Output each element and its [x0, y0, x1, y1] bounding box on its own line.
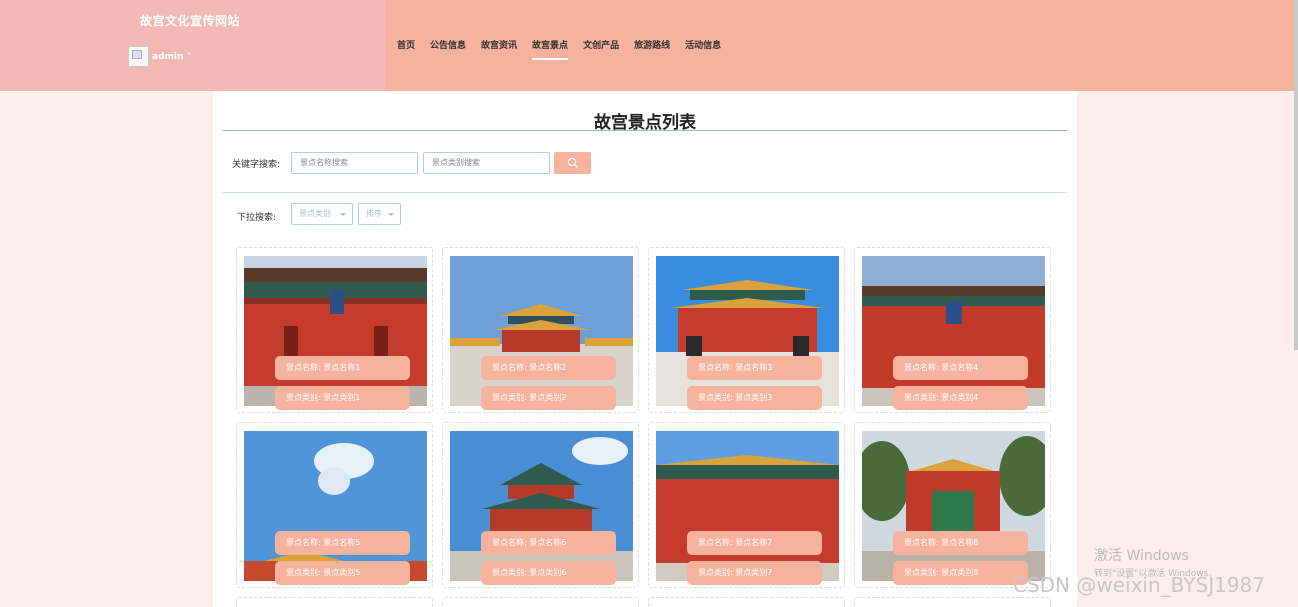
attraction-card[interactable]: 景点名称: 景点名称5 景点类别: 景点类别5	[236, 422, 433, 588]
attraction-name-tag: 景点名称: 景点名称3	[687, 356, 822, 380]
nav-item-products[interactable]: 文创产品	[583, 38, 619, 60]
attraction-photo[interactable]	[450, 431, 633, 581]
attraction-name-search-input[interactable]: 景点名称搜索	[291, 152, 418, 174]
attraction-photo[interactable]	[244, 256, 427, 406]
attraction-name-tag: 景点名称: 景点名称2	[481, 356, 616, 380]
caret-down-icon	[388, 213, 394, 216]
dropdown-search-label: 下拉搜索:	[237, 213, 277, 223]
keyword-search-label: 关键字搜索:	[232, 160, 281, 170]
attraction-card[interactable]: 景点名称: 景点名称1 景点类别: 景点类别1	[236, 247, 433, 413]
attraction-card[interactable]: 景点名称: 景点名称7 景点类别: 景点类别7	[648, 422, 845, 588]
attraction-card[interactable]	[442, 597, 639, 607]
search-icon	[567, 157, 579, 169]
category-dropdown[interactable]: 景点类别	[291, 203, 353, 225]
attraction-category-tag: 景点类别: 景点类别4	[893, 386, 1028, 410]
search-button[interactable]	[554, 152, 591, 174]
content-panel: 故宫景点列表 关键字搜索: 景点名称搜索 景点类别搜索 下拉搜索: 景点类别 排…	[213, 91, 1077, 607]
avatar[interactable]	[128, 46, 149, 67]
csdn-watermark: CSDN @weixin_BYSJ1987	[1013, 573, 1266, 597]
attraction-card[interactable]: 景点名称: 景点名称4 景点类别: 景点类别4	[854, 247, 1051, 413]
windows-activation-text: 激活 Windows	[1094, 548, 1189, 564]
nav-item-attractions[interactable]: 故宫景点	[532, 38, 569, 60]
attraction-category-search-input[interactable]: 景点类别搜索	[423, 152, 550, 174]
attraction-card[interactable]: 景点名称: 景点名称8 景点类别: 景点类别8	[854, 422, 1051, 588]
attraction-photo[interactable]	[450, 256, 633, 406]
attraction-category-tag: 景点类别: 景点类别3	[687, 386, 822, 410]
attraction-name-tag: 景点名称: 景点名称7	[687, 531, 822, 555]
nav-item-activities[interactable]: 活动信息	[685, 38, 721, 60]
main-nav: 首页 公告信息 故宫资讯 故宫景点 文创产品 旅游路线 活动信息	[397, 38, 736, 60]
attraction-category-tag: 景点类别: 景点类别2	[481, 386, 616, 410]
nav-item-home[interactable]: 首页	[397, 38, 415, 60]
attraction-photo[interactable]	[656, 431, 839, 581]
attraction-photo[interactable]	[244, 431, 427, 581]
nav-item-news[interactable]: 故宫资讯	[481, 38, 517, 60]
scrollbar-thumb[interactable]	[1294, 0, 1298, 350]
attraction-card[interactable]	[236, 597, 433, 607]
nav-item-notices[interactable]: 公告信息	[430, 38, 466, 60]
top-header: 故宫文化宣传网站 admin ˅ 首页 公告信息 故宫资讯 故宫景点 文创产品 …	[0, 0, 1298, 350]
attraction-category-tag: 景点类别: 景点类别1	[275, 386, 410, 410]
attraction-photo[interactable]	[862, 431, 1045, 581]
sort-dropdown[interactable]: 排序	[358, 203, 401, 225]
nav-item-routes[interactable]: 旅游路线	[634, 38, 670, 60]
attraction-card[interactable]: 景点名称: 景点名称2 景点类别: 景点类别2	[442, 247, 639, 413]
attraction-name-tag: 景点名称: 景点名称8	[893, 531, 1028, 555]
site-title: 故宫文化宣传网站	[140, 14, 241, 28]
attraction-card[interactable]: 景点名称: 景点名称6 景点类别: 景点类别6	[442, 422, 639, 588]
category-dropdown-label: 景点类别	[299, 209, 331, 218]
attraction-category-tag: 景点类别: 景点类别6	[481, 561, 616, 585]
caret-down-icon	[340, 213, 346, 216]
attraction-name-tag: 景点名称: 景点名称1	[275, 356, 410, 380]
section-divider	[222, 192, 1067, 193]
attraction-category-tag: 景点类别: 景点类别8	[893, 561, 1028, 585]
brand-area: 故宫文化宣传网站 admin ˅	[0, 0, 385, 91]
attraction-photo[interactable]	[862, 256, 1045, 406]
attraction-card[interactable]	[648, 597, 845, 607]
attraction-card[interactable]: 景点名称: 景点名称3 景点类别: 景点类别3	[648, 247, 845, 413]
attraction-name-tag: 景点名称: 景点名称6	[481, 531, 616, 555]
attraction-category-tag: 景点类别: 景点类别5	[275, 561, 410, 585]
attraction-photo[interactable]	[656, 256, 839, 406]
attraction-name-tag: 景点名称: 景点名称4	[893, 356, 1028, 380]
attraction-card[interactable]	[854, 597, 1051, 607]
attraction-category-tag: 景点类别: 景点类别7	[687, 561, 822, 585]
username[interactable]: admin	[152, 52, 183, 62]
attraction-name-tag: 景点名称: 景点名称5	[275, 531, 410, 555]
chevron-down-icon[interactable]: ˅	[187, 52, 191, 61]
sort-dropdown-label: 排序	[366, 209, 382, 218]
title-divider	[222, 130, 1067, 131]
